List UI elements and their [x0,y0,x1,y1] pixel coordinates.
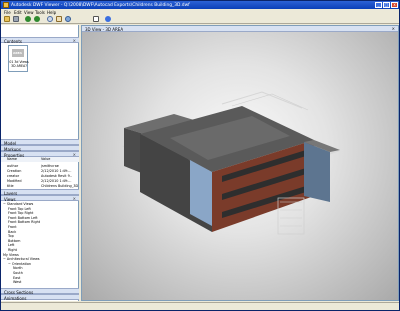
property-key: Creation [7,169,22,173]
property-key: author [7,164,19,168]
left-panel: Contents × AREA 01 3d Views 3D AREA? Mod… [1,25,79,301]
status-bar [1,302,399,310]
close-icon[interactable]: × [73,38,76,43]
views-tree-item-label: Left [8,243,15,248]
help-icon[interactable] [105,16,111,22]
col-name: Name [7,157,18,161]
orbit-icon[interactable] [65,16,71,22]
views-tree-item-label: Front Bottom Left [8,215,38,220]
views-tree-item-label: South [13,271,23,275]
views-tree-item-label: My Views [3,252,19,257]
close-button[interactable]: x [391,2,398,8]
property-key: title [7,184,14,188]
views-tree-item-label: Front Top Left [8,206,31,211]
views-tree-item-label: Bottom [8,238,21,243]
property-value: Autodesk Revit 9.. [41,174,72,178]
building-model[interactable] [82,26,399,301]
open-icon[interactable] [4,16,10,22]
print-icon[interactable] [13,16,19,22]
views-tree-item-label: Front [8,225,17,229]
property-value: 2/12/2010 1:49:... [41,179,72,183]
views-tree-item-label: West [13,280,22,285]
property-value: 2/12/2010 1:49:... [41,169,72,173]
close-icon[interactable]: × [73,196,76,201]
views-tree-item-label: Orientation [11,261,32,266]
back-icon[interactable] [25,16,31,22]
toolbar [1,15,399,24]
app-icon [3,2,9,8]
views-tree-item-label: Front Bottom Right [8,220,41,225]
thumbnail-image: AREA [12,49,24,57]
maximize-button[interactable]: □ [383,2,390,8]
views-header[interactable]: Views × [1,195,79,202]
title-bar: Autodesk DWF Viewer - Q:\2008\DWF\Autoca… [1,1,399,9]
dwf-viewer-window: Autodesk DWF Viewer - Q:\2008\DWF\Autoca… [0,0,400,311]
pan-icon[interactable] [56,16,62,22]
views-tree-item-label: Architectural Views [6,257,40,262]
animations-header[interactable]: Animations [1,294,79,301]
views-tree-item[interactable]: West [13,280,91,285]
forward-icon[interactable] [34,16,40,22]
views-tree-item-label: Standard Views [6,202,34,206]
thumbnail-badge: AREA [13,51,23,55]
3d-viewport[interactable]: 3D View - 3D AREA × [81,25,399,301]
views-tree-item-label: Front Top Right [8,211,34,216]
animations-label: Animations [4,295,27,301]
window-title: Autodesk DWF Viewer - Q:\2008\DWF\Autoca… [11,2,190,8]
thumbnail-label: 01 3d Views 3D AREA? [9,60,29,68]
zoom-icon[interactable] [47,16,53,22]
views-tree-item-label: Top [8,234,14,239]
property-value: jsmithcrae [41,164,59,168]
views-tree-item-label: Back [8,229,17,234]
views-tree-item-label: Right [8,248,17,252]
property-key: Modified [7,179,22,183]
minimize-button[interactable]: _ [375,2,382,8]
select-icon[interactable] [93,16,99,22]
property-value: Childrens Building_3D [41,184,79,188]
col-value: Value [41,157,51,161]
views-tree-item-label: East [13,275,21,280]
contents-header[interactable]: Contents × [1,37,79,44]
property-key: creator [7,174,20,178]
views-label: Views [4,196,16,202]
sheet-thumbnail[interactable]: AREA 01 3d Views 3D AREA? [8,45,29,72]
views-tree-item-label: North [13,266,23,271]
properties-column-header: Name Value [1,157,79,162]
contents-header-label: Contents [4,38,22,44]
